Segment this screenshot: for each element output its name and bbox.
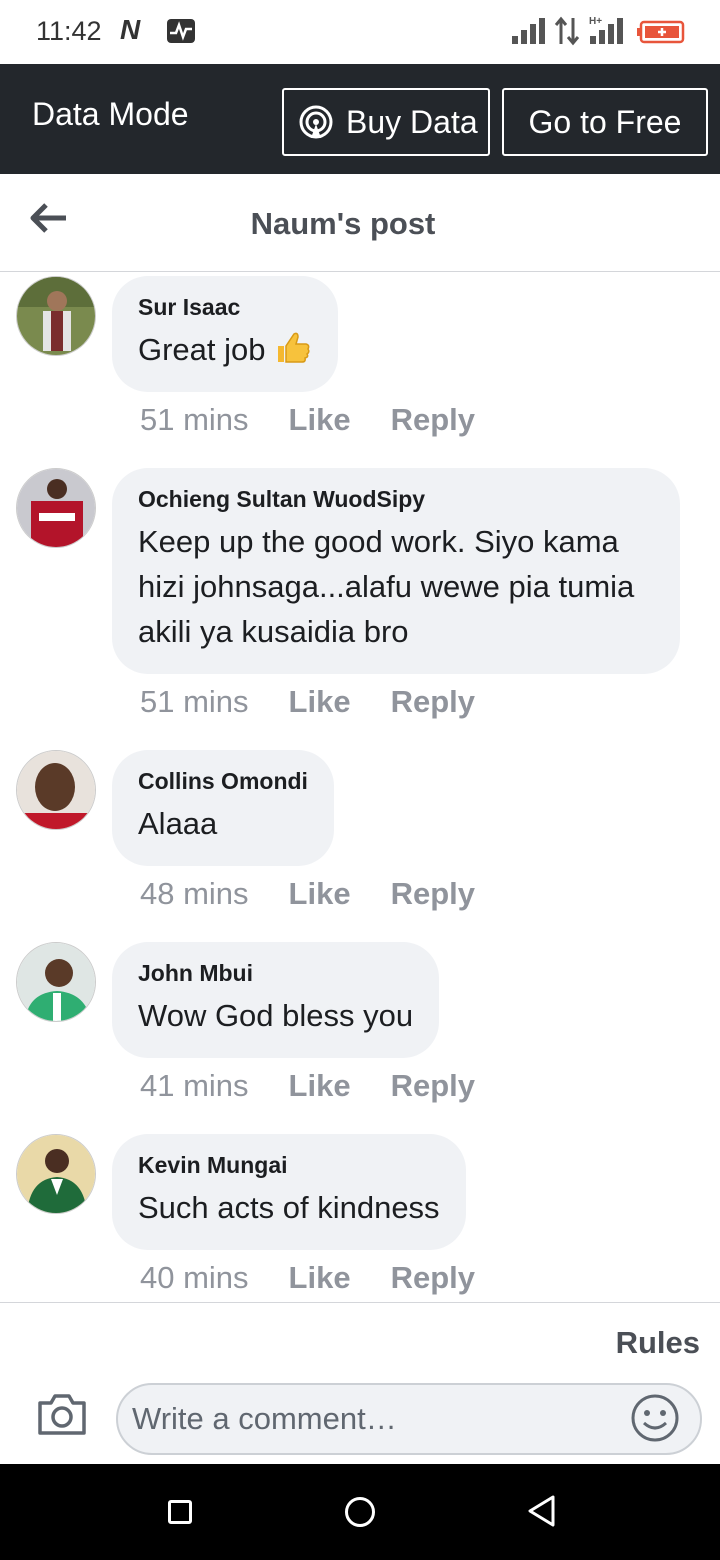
like-button[interactable]: Like [289, 1068, 351, 1104]
comment-time[interactable]: 40 mins [140, 1260, 249, 1296]
data-arrows-icon [554, 16, 580, 46]
comment-list: Sur Isaac Great job 51 mins Like Reply O… [0, 272, 720, 1302]
rules-link[interactable]: Rules [616, 1325, 700, 1361]
comment-time[interactable]: 48 mins [140, 876, 249, 912]
comment-input[interactable]: Write a comment… [116, 1383, 702, 1455]
comment-text: Alaaa [138, 806, 218, 841]
pulse-icon [167, 19, 195, 43]
status-bar: 11:42 N H+ [0, 0, 720, 64]
avatar[interactable] [16, 1134, 96, 1214]
buy-data-button[interactable]: Buy Data [282, 88, 490, 156]
comment-bubble: Sur Isaac Great job [112, 276, 338, 392]
reply-button[interactable]: Reply [391, 1068, 475, 1104]
like-button[interactable]: Like [289, 876, 351, 912]
page-title: Naum's post [250, 206, 436, 241]
battery-low-icon [637, 20, 685, 44]
comment-text: Great job [138, 327, 312, 372]
comment-author[interactable]: Kevin Mungai [138, 1152, 440, 1179]
go-to-free-label: Go to Free [528, 103, 682, 140]
data-mode-title: Data Mode [32, 96, 189, 132]
comment-bubble: Collins Omondi Alaaa [112, 750, 334, 866]
comment-meta: 48 mins Like Reply [140, 876, 475, 912]
comment-bubble: Kevin Mungai Such acts of kindness [112, 1134, 466, 1250]
comment-meta: 40 mins Like Reply [140, 1260, 475, 1296]
reply-button[interactable]: Reply [391, 1260, 475, 1296]
reply-button[interactable]: Reply [391, 684, 475, 720]
comment-composer: Rules Write a comment… [0, 1302, 720, 1464]
signal-icon [512, 18, 545, 44]
avatar[interactable] [16, 276, 96, 356]
comment-author[interactable]: Collins Omondi [138, 768, 308, 795]
like-button[interactable]: Like [289, 1260, 351, 1296]
comment-time[interactable]: 41 mins [140, 1068, 249, 1104]
comment-time[interactable]: 51 mins [140, 684, 249, 720]
go-to-free-button[interactable]: Go to Free [502, 88, 708, 156]
back-triangle-icon[interactable] [526, 1494, 556, 1528]
comment-meta: 51 mins Like Reply [140, 684, 475, 720]
avatar[interactable] [16, 942, 96, 1022]
comment-bubble: John Mbui Wow God bless you [112, 942, 440, 1058]
comment-meta: 41 mins Like Reply [140, 1068, 475, 1104]
broadcast-icon [299, 105, 333, 139]
svg-text:H+: H+ [589, 16, 602, 27]
like-button[interactable]: Like [289, 402, 351, 438]
buy-data-label: Buy Data [346, 103, 478, 140]
comment-bubble: Ochieng Sultan WuodSipy Keep up the good… [112, 468, 680, 674]
signal-hplus-icon: H+ [589, 16, 623, 44]
recents-square-icon[interactable] [168, 1500, 192, 1524]
like-button[interactable]: Like [289, 684, 351, 720]
reply-button[interactable]: Reply [391, 402, 475, 438]
home-circle-icon[interactable] [345, 1497, 375, 1527]
data-mode-bar: Data Mode Buy Data Go to Free [0, 64, 720, 174]
avatar[interactable] [16, 750, 96, 830]
thumbs-up-emoji-icon [277, 332, 310, 363]
comment-author[interactable]: John Mbui [138, 960, 413, 987]
comment-author[interactable]: Ochieng Sultan WuodSipy [138, 486, 654, 513]
android-nav-bar [0, 1464, 720, 1560]
status-time: 11:42 [36, 16, 102, 46]
comment-text: Wow God bless you [138, 998, 414, 1033]
comment-time[interactable]: 51 mins [140, 402, 249, 438]
reply-button[interactable]: Reply [391, 876, 475, 912]
comment-text: Keep up the good work. Siyo kama hizi jo… [138, 524, 635, 649]
netflix-n-icon: N [120, 14, 141, 45]
comment-meta: 51 mins Like Reply [140, 402, 475, 438]
comment-author[interactable]: Sur Isaac [138, 294, 312, 321]
avatar[interactable] [16, 468, 96, 548]
post-header: Naum's post [0, 174, 720, 272]
emoji-smile-icon[interactable] [630, 1393, 680, 1443]
comment-text: Such acts of kindness [138, 1190, 440, 1225]
camera-icon[interactable] [36, 1391, 88, 1437]
